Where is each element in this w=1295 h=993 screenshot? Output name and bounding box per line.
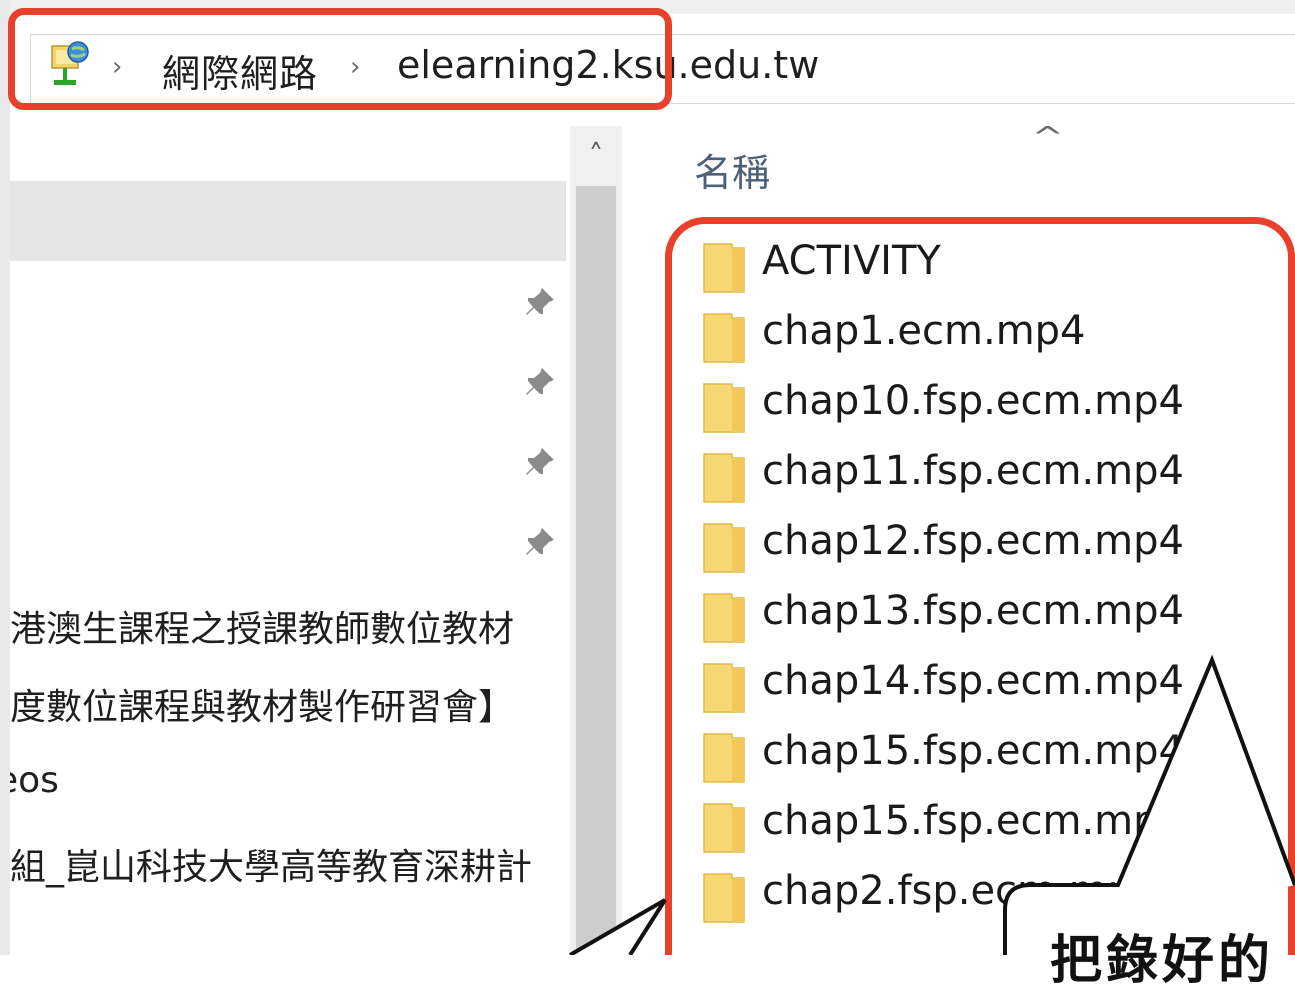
nav-item-label[interactable]: 組_崑山科技大學高等教育深耕計: [10, 838, 566, 890]
window-frame-left: [0, 0, 10, 955]
annotation-highlight-files: [665, 217, 1295, 955]
nav-scrollbar[interactable]: ˄: [570, 126, 622, 955]
navigation-pane[interactable]: 港澳生課程之授課教師數位教材 度數位課程與教材製作研習會】 eos 組_崑山科技…: [10, 126, 570, 955]
annotation-highlight-address: [8, 8, 672, 110]
pin-icon[interactable]: [522, 284, 558, 320]
nav-item-label[interactable]: eos: [10, 760, 552, 801]
sort-ascending-icon[interactable]: ^: [1031, 120, 1064, 153]
nav-item-label[interactable]: 港澳生課程之授課教師數位教材: [10, 600, 566, 652]
scroll-up-arrow-icon[interactable]: ˄: [570, 126, 622, 186]
nav-item-label[interactable]: 度數位課程與教材製作研習會】: [10, 678, 566, 730]
scrollbar-thumb[interactable]: [576, 186, 616, 955]
nav-item-selected[interactable]: [10, 181, 566, 261]
callout-text: 把錄好的: [1050, 931, 1275, 991]
pin-icon[interactable]: [522, 364, 558, 400]
pin-icon[interactable]: [522, 444, 558, 480]
pin-icon[interactable]: [522, 524, 558, 560]
column-header-name[interactable]: 名稱: [694, 142, 770, 197]
